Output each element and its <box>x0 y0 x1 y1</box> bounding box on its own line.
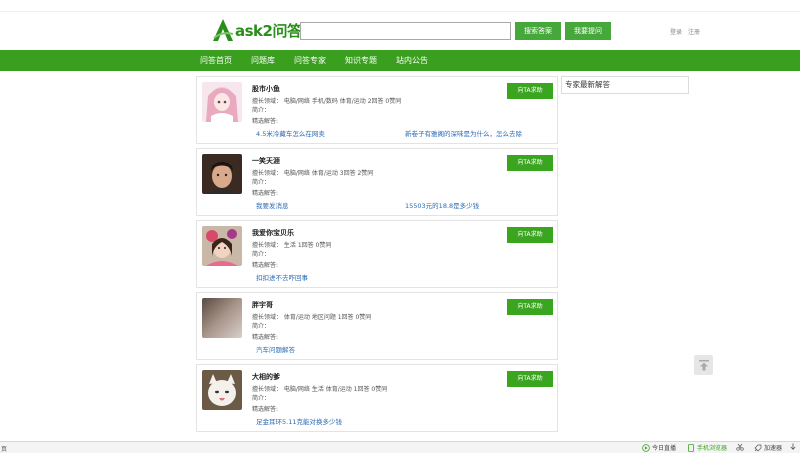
nav-item-topics[interactable]: 知识专题 <box>345 55 377 66</box>
featured-answer-link[interactable]: 新卷子有雅阁的深味是为什么，怎么去除 <box>405 128 522 138</box>
featured-answers-label: 精选解答: <box>252 334 279 341</box>
ask-ta-button[interactable]: 向TA求助 <box>507 299 553 315</box>
ask-ta-button[interactable]: 向TA求助 <box>507 371 553 387</box>
expert-name[interactable]: 胖宇哥 <box>252 300 273 310</box>
ask-ta-button[interactable]: 向TA求助 <box>507 227 553 243</box>
nav-item-experts[interactable]: 问答专家 <box>294 55 326 66</box>
expert-intro: 简介： <box>252 395 271 402</box>
expert-card: 胖宇哥 擅长领域： 体育/运动 地区问题 1回答 0赞同 简介： 精选解答: 汽… <box>196 292 558 360</box>
accelerator-label: 加速器 <box>764 445 783 452</box>
play-circle-icon <box>642 443 650 452</box>
live-today-label: 今日直播 <box>652 445 677 452</box>
site-logo[interactable]: ask2问答 <box>212 17 302 43</box>
avatar[interactable] <box>202 226 242 266</box>
expert-intro: 简介： <box>252 107 271 114</box>
expert-intro: 简介： <box>252 251 271 258</box>
featured-answers-label: 精选解答: <box>252 118 279 125</box>
register-link[interactable]: 注册 <box>688 29 700 36</box>
ask-question-button[interactable]: 我要提问 <box>565 22 611 40</box>
live-today-button[interactable]: 今日直播 <box>642 443 676 452</box>
logo-icon <box>213 19 234 41</box>
expert-field: 擅长领域： 生活 1回答 0赞同 <box>252 242 332 249</box>
expert-field: 擅长领域： 体育/运动 地区问题 1回答 0赞同 <box>252 314 372 321</box>
status-text: 页 <box>1 446 8 453</box>
logo-text: ask2问答 <box>235 21 302 40</box>
featured-answers-label: 精选解答: <box>252 406 279 413</box>
expert-card: 一笑天涯 擅长领域： 电脑/网络 体育/运动 3回答 2赞同 简介： 精选解答:… <box>196 148 558 216</box>
featured-answer-link[interactable]: 15503元的18.8是多少钱 <box>405 200 479 210</box>
avatar[interactable] <box>202 82 242 122</box>
expert-field: 擅长领域： 电脑/网络 手机/数码 体育/运动 2回答 0赞同 <box>252 98 402 105</box>
nav-item-announcements[interactable]: 站内公告 <box>396 55 428 66</box>
ask-ta-button[interactable]: 向TA求助 <box>507 83 553 99</box>
nav-item-question-bank[interactable]: 问题库 <box>251 55 275 66</box>
featured-answers-label: 精选解答: <box>252 190 279 197</box>
browser-top-strip <box>0 0 800 12</box>
expert-name[interactable]: 大相的爹 <box>252 372 280 382</box>
mobile-browser-label: 手机浏览器 <box>697 445 728 452</box>
search-answers-button[interactable]: 搜索答案 <box>515 22 561 40</box>
featured-answer-link[interactable]: 扣扣进不去咋回事 <box>256 272 308 282</box>
featured-answer-link[interactable]: 4.5米冷藏车怎么在网卖 <box>256 128 325 138</box>
expert-card: 大相的爹 擅长领域： 电脑/网络 生活 体育/运动 1回答 0赞同 简介： 精选… <box>196 364 558 432</box>
search-input[interactable] <box>300 22 511 40</box>
expert-field: 擅长领域： 电脑/网络 生活 体育/运动 1回答 0赞同 <box>252 386 388 393</box>
download-icon <box>789 443 797 451</box>
main-navbar: 问答首页 问题库 问答专家 知识专题 站内公告 <box>0 50 800 71</box>
latest-answers-title: 专家最新解答 <box>561 76 689 94</box>
expert-name[interactable]: 我爱你宝贝乐 <box>252 228 294 238</box>
expert-name[interactable]: 股市小鱼 <box>252 84 280 94</box>
accelerator-button[interactable]: 加速器 <box>754 443 782 452</box>
browser-statusbar: 页 今日直播 手机浏览器 加速器 <box>0 441 800 453</box>
expert-card: 股市小鱼 擅长领域： 电脑/网络 手机/数码 体育/运动 2回答 0赞同 简介：… <box>196 76 558 144</box>
arrow-up-icon <box>698 359 709 370</box>
screenshot-button[interactable] <box>736 443 746 451</box>
login-link[interactable]: 登录 <box>670 29 682 36</box>
scissors-icon <box>736 443 744 451</box>
mobile-browser-button[interactable]: 手机浏览器 <box>687 443 727 452</box>
featured-answer-link[interactable]: 我要发消息 <box>256 200 289 210</box>
avatar[interactable] <box>202 370 242 410</box>
back-to-top-button[interactable] <box>694 355 713 375</box>
avatar[interactable] <box>202 154 242 194</box>
avatar[interactable] <box>202 298 242 338</box>
expert-intro: 简介： <box>252 323 271 330</box>
expert-name[interactable]: 一笑天涯 <box>252 156 280 166</box>
expert-card: 我爱你宝贝乐 擅长领域： 生活 1回答 0赞同 简介： 精选解答: 扣扣进不去咋… <box>196 220 558 288</box>
featured-answer-link[interactable]: 足金耳环5.11克能对换多少钱 <box>256 416 342 426</box>
featured-answer-link[interactable]: 汽车问题解答 <box>256 344 295 354</box>
login-links: 登录 注册 <box>670 27 704 36</box>
rocket-icon <box>754 444 762 452</box>
nav-item-home[interactable]: 问答首页 <box>200 55 232 66</box>
download-button[interactable] <box>789 443 799 451</box>
expert-intro: 简介： <box>252 179 271 186</box>
featured-answers-label: 精选解答: <box>252 262 279 269</box>
expert-field: 擅长领域： 电脑/网络 体育/运动 3回答 2赞同 <box>252 170 374 177</box>
phone-icon <box>687 443 695 452</box>
ask-ta-button[interactable]: 向TA求助 <box>507 155 553 171</box>
